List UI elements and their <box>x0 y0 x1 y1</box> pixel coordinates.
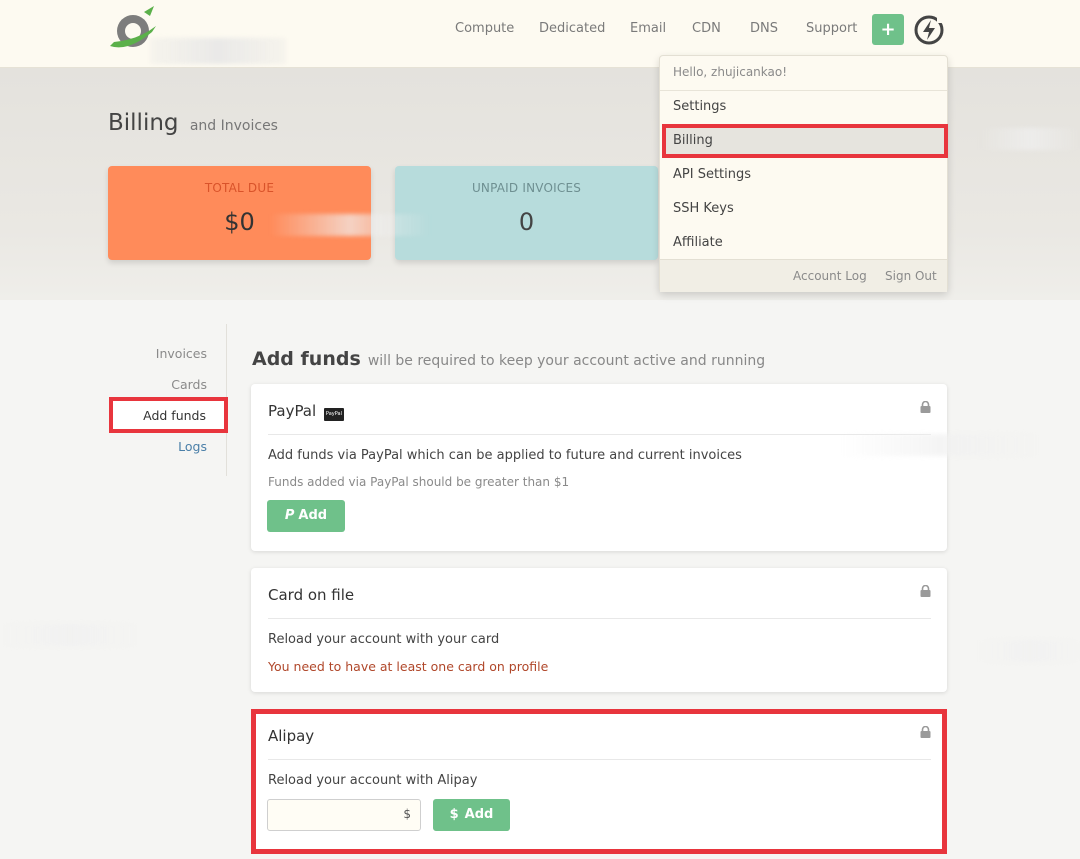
sidebar-item-add-funds-label: Add funds <box>143 408 206 423</box>
account-menu-icon[interactable] <box>913 14 945 46</box>
nav-cdn[interactable]: CDN <box>692 21 721 36</box>
nav-email[interactable]: Email <box>630 21 666 36</box>
sidebar-item-cards[interactable]: Cards <box>171 377 207 392</box>
lock-icon <box>920 585 931 597</box>
nav-dns[interactable]: DNS <box>750 21 778 36</box>
sidebar-item-add-funds[interactable]: Add funds <box>109 397 228 433</box>
dollar-icon: $ <box>449 807 459 822</box>
unpaid-invoices-card: UNPAID INVOICES 0 <box>395 166 658 260</box>
watermark-smudge <box>270 214 430 236</box>
alipay-add-label: Add <box>464 807 494 822</box>
alipay-separator <box>268 759 931 760</box>
alipay-title: Alipay <box>268 727 315 745</box>
dropdown-greeting: Hello, zhujicankao! <box>673 65 788 79</box>
dropdown-item-billing[interactable]: Billing <box>673 133 713 148</box>
total-due-card: TOTAL DUE $0 <box>108 166 371 260</box>
card-warning: You need to have at least one card on pr… <box>268 659 549 674</box>
account-log-link[interactable]: Account Log <box>793 269 867 283</box>
lock-icon <box>920 401 931 413</box>
dropdown-divider <box>660 90 947 91</box>
alipay-add-button[interactable]: $ Add <box>433 799 510 831</box>
lock-icon <box>920 726 931 738</box>
unpaid-invoices-label: UNPAID INVOICES <box>471 181 582 195</box>
alipay-currency-suffix: $ <box>403 807 411 821</box>
watermark-smudge <box>0 624 140 646</box>
paypal-add-label: Add <box>298 508 328 523</box>
nav-compute[interactable]: Compute <box>455 21 514 36</box>
page-title-sub: and Invoices <box>189 118 278 134</box>
paypal-panel: PayPal PayPal Add funds via PayPal which… <box>251 384 947 551</box>
add-service-button[interactable]: + <box>872 14 904 45</box>
watermark-smudge <box>980 640 1080 662</box>
paypal-add-button[interactable]: P Add <box>267 500 345 532</box>
dropdown-item-api-settings[interactable]: API Settings <box>673 167 751 182</box>
page-title: Billing and Invoices <box>108 110 278 136</box>
watermark-smudge <box>980 128 1080 150</box>
main-heading-title: Add funds <box>252 348 361 370</box>
alipay-panel: Alipay Reload your account with Alipay $… <box>251 709 947 854</box>
paypal-note: Funds added via PayPal should be greater… <box>268 475 570 489</box>
alipay-description: Reload your account with Alipay <box>268 773 478 788</box>
paypal-description: Add funds via PayPal which can be applie… <box>268 448 742 463</box>
sidebar-item-logs[interactable]: Logs <box>178 439 207 454</box>
account-dropdown: Hello, zhujicankao! Settings Billing API… <box>659 55 948 292</box>
nav-dedicated[interactable]: Dedicated <box>539 21 605 36</box>
sign-out-link[interactable]: Sign Out <box>885 269 937 283</box>
paypal-title-text: PayPal <box>268 402 317 420</box>
sidebar-item-invoices[interactable]: Invoices <box>156 346 207 361</box>
main-heading: Add funds will be required to keep your … <box>252 348 765 370</box>
paypal-badge-icon: PayPal <box>323 408 344 421</box>
unpaid-invoices-value: 0 <box>518 208 535 236</box>
dropdown-item-ssh-keys[interactable]: SSH Keys <box>673 201 734 216</box>
page-title-main: Billing <box>108 110 179 136</box>
paypal-title: PayPal PayPal <box>268 402 344 421</box>
main-heading-subtitle: will be required to keep your account ac… <box>367 353 766 369</box>
paypal-icon: P <box>284 508 295 523</box>
paypal-separator <box>268 434 931 435</box>
watermark-smudge <box>840 434 1040 456</box>
alipay-amount-input[interactable]: $ <box>267 799 421 831</box>
dropdown-item-settings[interactable]: Settings <box>673 99 726 114</box>
dropdown-item-affiliate[interactable]: Affiliate <box>673 235 723 250</box>
total-due-label: TOTAL DUE <box>204 181 275 195</box>
card-on-file-title: Card on file <box>268 586 355 604</box>
card-on-file-panel: Card on file Reload your account with yo… <box>251 568 947 692</box>
card-description: Reload your account with your card <box>268 632 500 647</box>
nav-support[interactable]: Support <box>806 21 857 36</box>
logo-watermark <box>150 38 286 64</box>
dropdown-footer: Account Log Sign Out <box>660 259 947 292</box>
card-separator <box>268 618 931 619</box>
